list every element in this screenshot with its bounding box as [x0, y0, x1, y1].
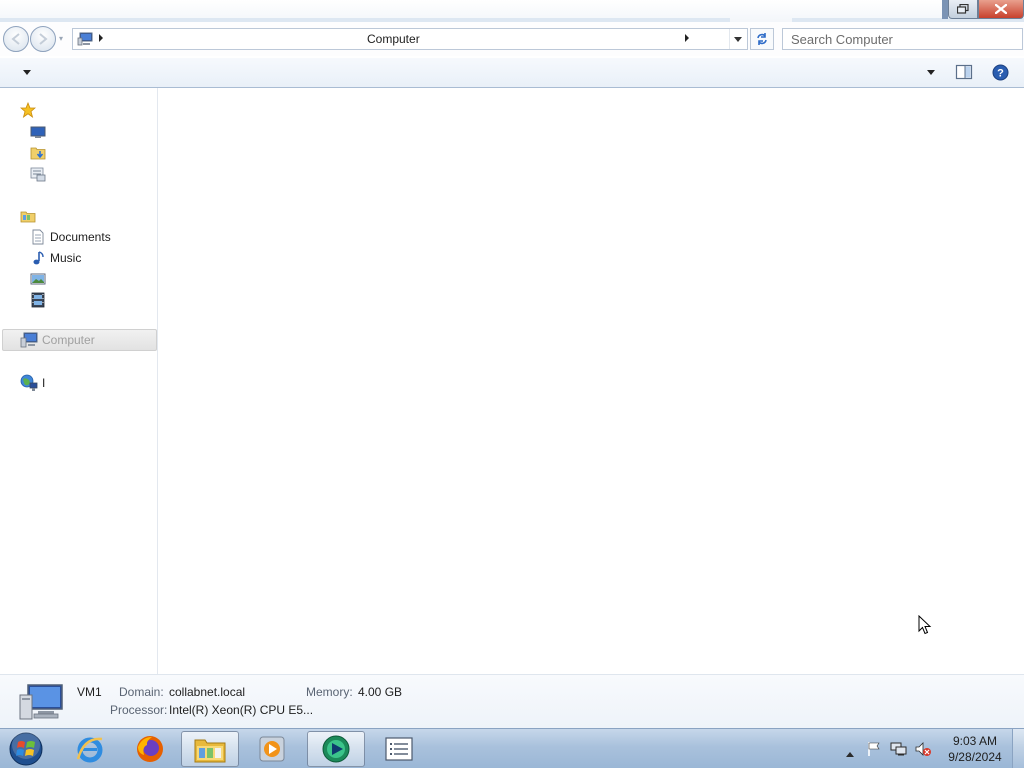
- network-tray-button[interactable]: [890, 741, 908, 760]
- taskbar-internet-explorer[interactable]: [61, 731, 119, 767]
- help-icon: ?: [992, 64, 1009, 81]
- volume-tray-button[interactable]: [914, 741, 932, 760]
- documents-icon: [32, 229, 44, 245]
- back-arrow-icon: [11, 33, 20, 45]
- sidebar-item-libraries[interactable]: [20, 206, 40, 226]
- action-center-button[interactable]: [866, 741, 882, 760]
- forward-arrow-icon: [39, 33, 48, 45]
- processor-value: Intel(R) Xeon(R) CPU E5...: [169, 703, 314, 717]
- forward-button[interactable]: [30, 26, 56, 52]
- content-area[interactable]: [159, 88, 1024, 674]
- restore-button[interactable]: [948, 0, 978, 19]
- clock-date: 9/28/2024: [948, 750, 1002, 764]
- downloads-icon: [30, 147, 46, 160]
- desktop-icon: [30, 126, 46, 138]
- sidebar-item-downloads[interactable]: [30, 143, 50, 163]
- preview-pane-button[interactable]: [955, 64, 973, 83]
- caption-buttons: [942, 0, 1024, 20]
- title-bar: [0, 0, 1024, 22]
- sidebar-item-label: I: [42, 376, 46, 390]
- memory-value: 4.00 GB: [358, 685, 403, 699]
- address-separator: [729, 29, 730, 49]
- sidebar-item-label: Music: [50, 251, 82, 265]
- taskbar: 9:03 AM 9/28/2024: [0, 728, 1024, 768]
- libraries-icon: [20, 211, 36, 223]
- network-status-icon: [890, 742, 907, 756]
- close-button[interactable]: [978, 0, 1024, 19]
- taskbar-firefox[interactable]: [121, 731, 179, 767]
- computer-icon: [20, 332, 38, 348]
- organize-dropdown-icon[interactable]: [23, 70, 31, 75]
- windows-start-icon: [9, 731, 43, 766]
- taskbar-list-app[interactable]: [370, 731, 428, 767]
- flag-icon: [868, 742, 880, 756]
- volume-muted-icon: [915, 742, 931, 756]
- computer-icon: [77, 32, 93, 49]
- sidebar-item-pictures[interactable]: [30, 269, 50, 289]
- breadcrumb-chevron-icon[interactable]: [685, 34, 689, 42]
- navigation-bar: ▾ Computer: [0, 22, 1024, 56]
- show-hidden-icons-button[interactable]: [846, 746, 854, 760]
- videos-icon: [31, 292, 45, 308]
- list-app-icon: [385, 737, 413, 761]
- details-pane: VM1 Domain: collabnet.local Memory: 4.00…: [0, 674, 1024, 728]
- chevron-up-icon: [846, 752, 854, 757]
- show-desktop-button[interactable]: [1012, 729, 1024, 768]
- computer-large-icon: [19, 684, 63, 720]
- restore-icon: [957, 4, 969, 14]
- sidebar-item-label: Computer: [42, 333, 95, 347]
- memory-label: Memory:: [306, 685, 353, 699]
- clock[interactable]: 9:03 AM 9/28/2024: [936, 733, 1014, 765]
- search-input[interactable]: [791, 32, 1011, 47]
- sidebar-item-documents[interactable]: Documents: [30, 227, 111, 247]
- domain-label: Domain:: [119, 685, 164, 699]
- preview-pane-icon: [955, 64, 973, 80]
- back-button[interactable]: [3, 26, 29, 52]
- address-bar[interactable]: Computer: [72, 28, 748, 50]
- sidebar-item-recent-places[interactable]: [30, 164, 50, 184]
- pictures-icon: [30, 273, 46, 285]
- svg-text:?: ?: [997, 68, 1004, 80]
- taskbar-windows-explorer[interactable]: [181, 731, 239, 767]
- network-icon: [20, 374, 38, 391]
- recent-pages-dropdown[interactable]: ▾: [59, 34, 67, 43]
- domain-value: collabnet.local: [169, 685, 246, 699]
- taskbar-remote-app[interactable]: [307, 731, 365, 767]
- help-button[interactable]: ?: [992, 64, 1009, 84]
- firefox-icon: [137, 736, 163, 762]
- command-bar: ?: [0, 58, 1024, 88]
- sidebar-item-computer[interactable]: Computer: [2, 329, 157, 351]
- address-dropdown-icon[interactable]: [734, 37, 742, 42]
- navigation-pane: Documents Music Computer I: [0, 88, 158, 674]
- clock-time: 9:03 AM: [952, 734, 998, 748]
- close-icon: [995, 4, 1007, 14]
- sidebar-item-favorites[interactable]: [20, 100, 40, 120]
- recent-places-icon: [30, 167, 46, 182]
- music-icon: [33, 251, 44, 265]
- internet-explorer-icon: [76, 737, 103, 763]
- search-box[interactable]: [782, 28, 1023, 50]
- breadcrumb-computer[interactable]: Computer: [367, 32, 420, 46]
- sidebar-item-music[interactable]: Music: [30, 248, 81, 268]
- processor-label: Processor:: [110, 703, 168, 717]
- computer-name: VM1: [77, 685, 102, 699]
- taskbar-media-player[interactable]: [243, 731, 301, 767]
- sidebar-item-label: Documents: [50, 230, 111, 244]
- views-dropdown-icon[interactable]: [927, 70, 935, 75]
- windows-explorer-icon: [194, 739, 226, 763]
- sidebar-item-desktop[interactable]: [30, 122, 50, 142]
- sidebar-item-network[interactable]: I: [20, 373, 45, 393]
- start-button[interactable]: [6, 730, 46, 768]
- refresh-icon: [757, 33, 767, 45]
- media-player-icon: [259, 736, 285, 762]
- remote-app-icon: [322, 735, 350, 763]
- mouse-cursor-icon: [918, 615, 932, 635]
- favorites-star-icon: [20, 102, 36, 118]
- breadcrumb-root-chevron-icon[interactable]: [99, 34, 103, 42]
- refresh-button[interactable]: [750, 28, 774, 50]
- sidebar-item-videos[interactable]: [30, 290, 50, 310]
